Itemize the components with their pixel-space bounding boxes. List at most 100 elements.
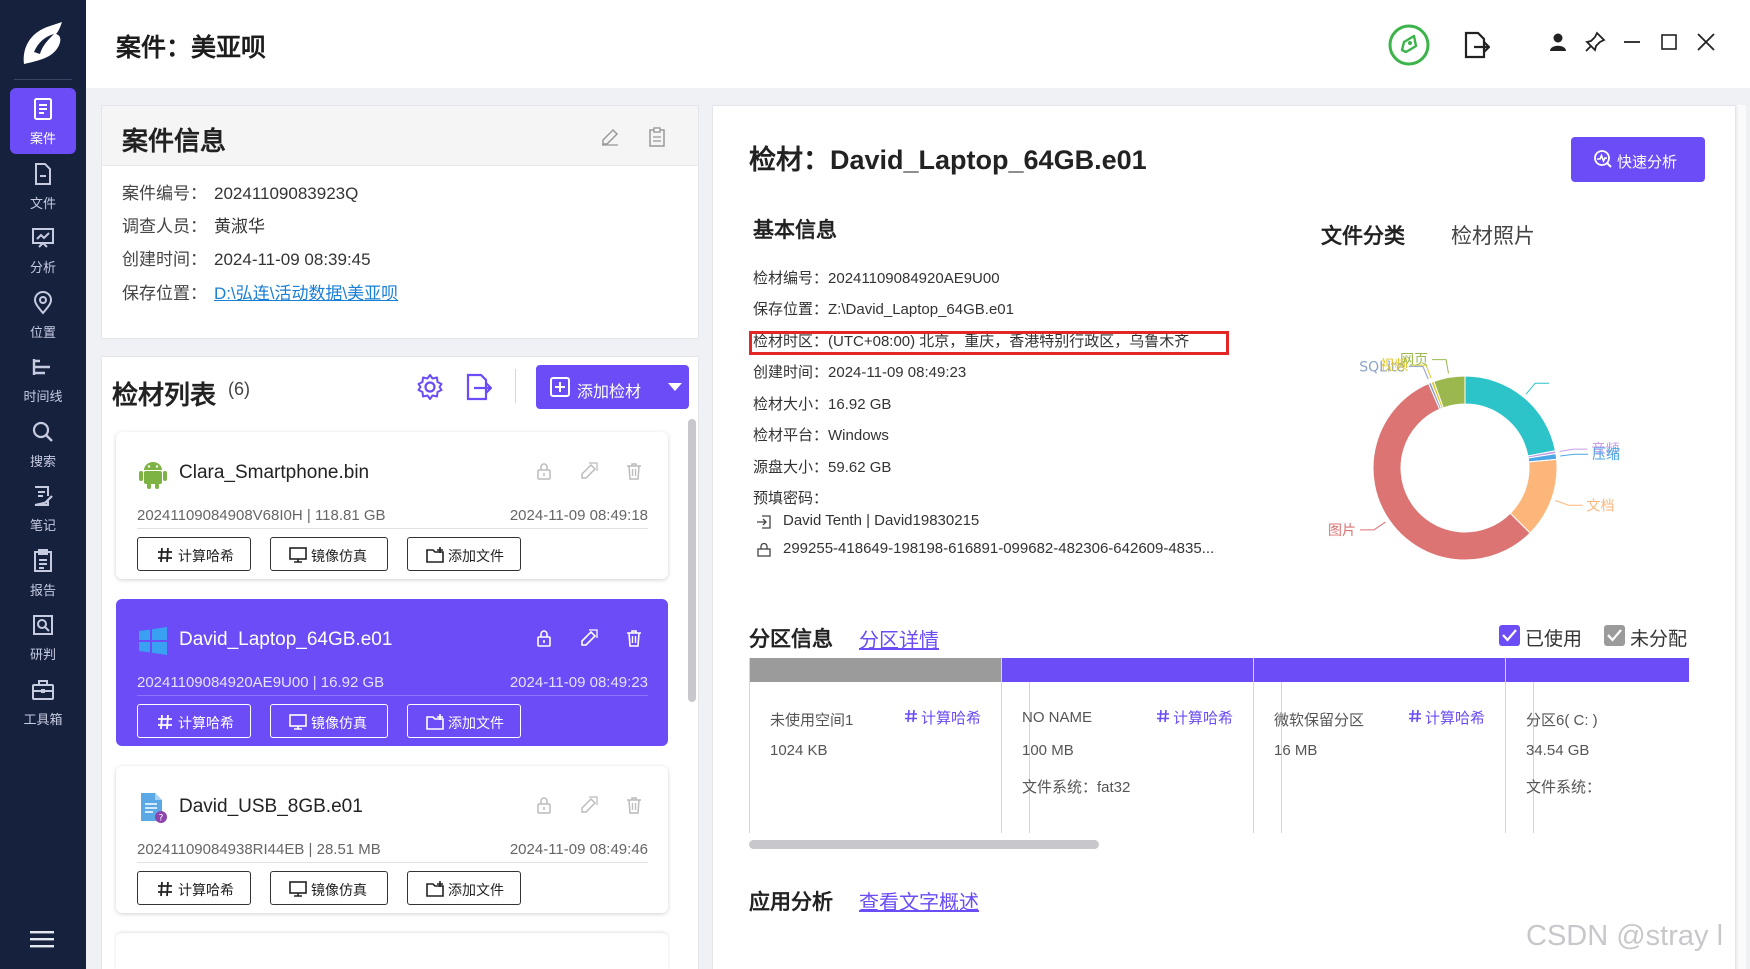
tab-evidence-photo[interactable]: 检材照片: [1451, 220, 1535, 250]
clipboard-icon[interactable]: [647, 127, 667, 147]
login-icon: [757, 515, 771, 529]
sidebar-item-timeline[interactable]: 时间线: [10, 346, 76, 412]
sidebar-item-report[interactable]: 报告: [10, 540, 76, 606]
donut-leader-line: [1560, 453, 1589, 457]
mirror-emulate-button[interactable]: 镜像仿真: [270, 537, 388, 571]
evidence-date: 2024-11-09 08:49:23: [509, 674, 648, 691]
partition-bar: [1506, 658, 1689, 682]
evidence-date: 2024-11-09 08:49:18: [509, 507, 648, 524]
quick-analysis-icon: [1594, 150, 1612, 168]
dropdown-caret-icon[interactable]: [668, 383, 682, 391]
add-file-button[interactable]: 添加文件: [407, 537, 521, 571]
add-file-button[interactable]: 添加文件: [407, 704, 521, 738]
investigator-label: 调查人员：: [122, 217, 207, 236]
file-icon: [35, 162, 51, 185]
partition-card[interactable]: 微软保留分区 计算哈希 16 MB: [1253, 658, 1534, 833]
minimize-icon[interactable]: [1620, 30, 1644, 54]
menu-icon[interactable]: [30, 930, 54, 948]
edit-icon[interactable]: [579, 461, 599, 481]
partition-info-title: 分区信息: [749, 628, 833, 651]
partition-detail-link[interactable]: 分区详情: [859, 624, 939, 653]
field-key: 创建时间：: [753, 364, 829, 381]
partition-bar: [1002, 658, 1281, 682]
lock-icon[interactable]: [534, 628, 554, 648]
delete-icon[interactable]: [624, 461, 644, 481]
export-evidence-icon[interactable]: [464, 372, 492, 402]
save-location-row: 保存位置： D:\弘连\活动数据\美亚呗: [122, 279, 398, 304]
case-title: 案件：美亚呗: [116, 34, 267, 62]
case-info-title: 案件信息: [122, 126, 227, 156]
sidebar-item-label: 研判: [29, 647, 56, 662]
sidebar-item-files[interactable]: 文件: [10, 153, 76, 219]
tab-file-classification[interactable]: 文件分类: [1321, 220, 1405, 250]
delete-icon[interactable]: [624, 628, 644, 648]
edit-icon[interactable]: [579, 795, 599, 815]
sidebar-item-search[interactable]: 搜索: [10, 411, 76, 477]
sidebar-item-location[interactable]: 位置: [10, 282, 76, 348]
user-icon[interactable]: [1546, 30, 1570, 54]
evidence-card[interactable]: ? David_USB_8GB.e01 20241109084938RI44EB…: [116, 766, 668, 913]
add-evidence-button[interactable]: 添加检材: [536, 365, 689, 409]
partition-card[interactable]: 分区6( C: ) 34.54 GB 文件系统：: [1505, 658, 1689, 833]
evidence-list-scrollbar[interactable]: [688, 419, 696, 702]
field-value: 59.62 GB: [828, 459, 892, 476]
sidebar-item-toolbox[interactable]: 工具箱: [10, 669, 76, 735]
evidence-card[interactable]: Clara_Smartphone.bin 20241109084908V68I0…: [116, 432, 668, 579]
evidence-card-selected[interactable]: David_Laptop_64GB.e01 20241109084920AE9U…: [116, 599, 668, 746]
hash-icon: [905, 709, 917, 723]
compute-hash-button[interactable]: 计算哈希: [137, 871, 251, 905]
partition-card[interactable]: NO NAME 计算哈希 100 MB 文件系统：fat32: [1001, 658, 1282, 833]
partition-card[interactable]: 未使用空间1 计算哈希 1024 KB: [749, 658, 1030, 833]
donut-slice[interactable]: [1464, 375, 1556, 457]
partition-scrollbar[interactable]: [749, 840, 1099, 849]
csdn-watermark: CSDN @stray l: [1526, 920, 1724, 952]
mirror-emulate-button[interactable]: 镜像仿真: [270, 871, 388, 905]
partition-hash-button[interactable]: 计算哈希: [1157, 707, 1233, 728]
partition-name: 微软保留分区: [1274, 712, 1365, 729]
evidence-name: David_USB_8GB.e01: [179, 796, 363, 817]
case-number-value: 20241109083923Q: [214, 184, 359, 203]
add-file-button[interactable]: 添加文件: [407, 871, 521, 905]
basic-info-title: 基本信息: [753, 219, 837, 242]
unallocated-label: 未分配: [1630, 629, 1688, 650]
donut-label: 网页: [1400, 353, 1428, 369]
edit-icon[interactable]: [600, 127, 620, 147]
add-evidence-label: 添加检材: [577, 384, 642, 401]
partition-hash-button[interactable]: 计算哈希: [905, 707, 981, 728]
edit-icon[interactable]: [579, 628, 599, 648]
mirror-emulate-button[interactable]: 镜像仿真: [270, 704, 388, 738]
toolbox-icon: [32, 679, 54, 700]
sidebar-item-label: 文件: [29, 195, 56, 211]
compute-hash-button[interactable]: 计算哈希: [137, 704, 251, 738]
sidebar-item-judge[interactable]: 研判: [10, 604, 76, 670]
evidence-card-partial[interactable]: [116, 933, 668, 969]
sidebar-item-analysis[interactable]: 分析: [10, 217, 76, 283]
settings-gear-icon[interactable]: [416, 373, 444, 401]
field-key: 保存位置：: [753, 301, 829, 318]
case-icon: [34, 98, 52, 120]
partition-bar: [1254, 658, 1533, 682]
shield-status-icon[interactable]: [1387, 23, 1431, 67]
recovery-key: 299255-418649-198198-616891-099682-48230…: [783, 540, 1215, 557]
donut-leader-line: [1432, 359, 1449, 374]
monitor-icon: [289, 547, 307, 563]
delete-icon[interactable]: [624, 795, 644, 815]
partition-hash-button[interactable]: 计算哈希: [1409, 707, 1485, 728]
sidebar-item-notes[interactable]: 笔记: [10, 475, 76, 541]
compute-hash-button[interactable]: 计算哈希: [137, 537, 251, 571]
evidence-meta: 20241109084920AE9U00 | 16.92 GB: [137, 674, 385, 691]
pin-icon[interactable]: [1583, 30, 1607, 54]
close-icon[interactable]: [1694, 30, 1718, 54]
export-file-icon[interactable]: [1462, 30, 1490, 60]
maximize-icon[interactable]: [1657, 30, 1681, 54]
judge-icon: [33, 615, 53, 635]
app-logo-icon: [23, 22, 62, 64]
quick-analysis-button[interactable]: 快速分析: [1571, 137, 1705, 182]
lock-icon[interactable]: [534, 461, 554, 481]
search-icon: [32, 421, 53, 442]
save-location-link[interactable]: D:\弘连\活动数据\美亚呗: [214, 284, 398, 303]
timezone-highlight-box: [749, 331, 1229, 355]
lock-icon[interactable]: [534, 795, 554, 815]
view-text-summary-link[interactable]: 查看文字概述: [859, 886, 979, 915]
sidebar-item-case[interactable]: 案件: [10, 88, 76, 154]
